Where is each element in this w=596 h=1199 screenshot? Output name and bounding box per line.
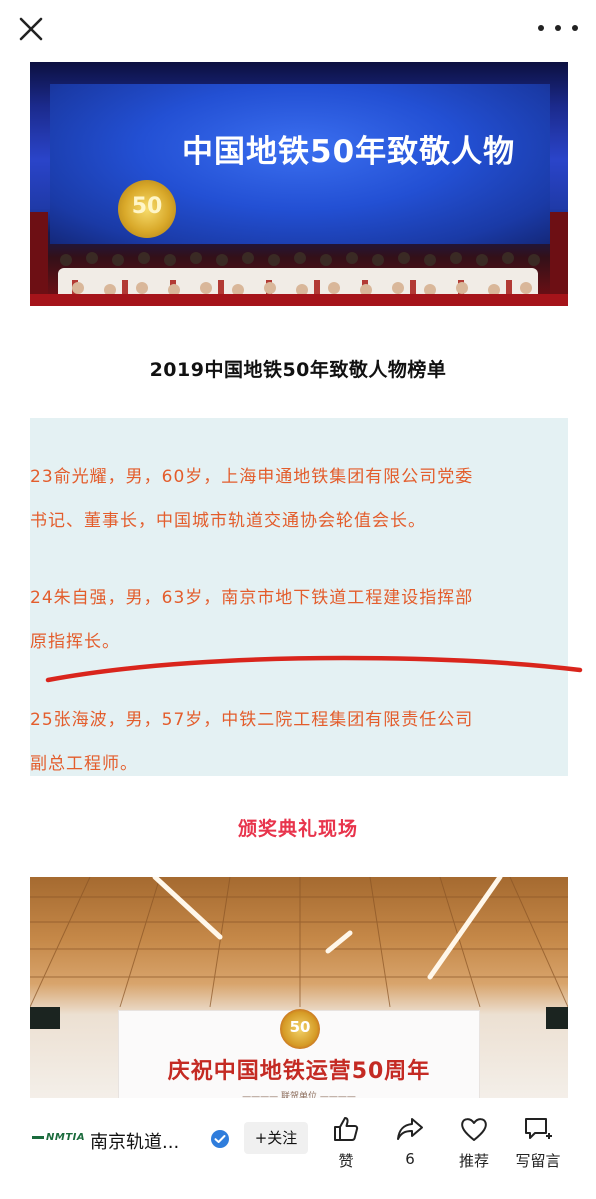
- anniversary-logo: 50: [280, 1009, 320, 1049]
- ceiling-panels: [30, 877, 568, 1007]
- entry-line: 23俞光耀，男，60岁，上海申通地铁集团有限公司党委: [30, 467, 474, 487]
- write-comment-button[interactable]: 写留言: [508, 1114, 568, 1184]
- follow-button[interactable]: +关注: [244, 1122, 308, 1154]
- exit-sign-icon: [546, 1007, 568, 1029]
- like-button[interactable]: 赞: [316, 1114, 376, 1184]
- account-name[interactable]: 南京轨道...: [90, 1128, 179, 1154]
- recommend-button[interactable]: 推荐: [444, 1114, 504, 1184]
- list-title: 2019中国地铁50年致敬人物榜单: [149, 359, 447, 381]
- exit-sign-icon: [30, 1007, 60, 1029]
- comment-add-icon: [525, 1118, 552, 1139]
- entry-line: 书记、董事长，中国城市轨道交通协会轮值会长。: [30, 511, 426, 531]
- honoree-entry-23: 23俞光耀，男，60岁，上海申通地铁集团有限公司党委 书记、董事长，中国城市轨道…: [30, 455, 568, 543]
- honoree-entry-25: 25张海波，男，57岁，中铁二院工程集团有限责任公司 副总工程师。: [30, 698, 568, 786]
- more-dots-icon[interactable]: [538, 14, 578, 42]
- write-comment-label: 写留言: [515, 1152, 561, 1170]
- top-bar: [0, 0, 596, 62]
- share-count: 6: [405, 1150, 415, 1168]
- ceremony-venue-photo: 50 庆祝中国地铁运营50周年 ———— 联贺单位 ————: [30, 877, 568, 1099]
- stage-screen-text: 中国地铁50年致敬人物: [182, 134, 516, 170]
- section-heading: 颁奖典礼现场: [237, 818, 358, 840]
- verified-badge-icon: [210, 1129, 230, 1149]
- red-underline-mark: [45, 655, 583, 683]
- recommend-label: 推荐: [458, 1152, 489, 1170]
- anniversary-banner: 50 庆祝中国地铁运营50周年 ———— 联贺单位 ————: [118, 1009, 480, 1099]
- heart-icon: [461, 1118, 487, 1141]
- account-logo[interactable]: NMTIA: [32, 1132, 85, 1143]
- share-button[interactable]: 6: [380, 1114, 440, 1184]
- like-label: 赞: [338, 1152, 354, 1170]
- thumbs-up-icon: [334, 1117, 359, 1141]
- close-icon[interactable]: [14, 12, 48, 46]
- banner-text: 庆祝中国地铁运营50周年: [167, 1059, 431, 1084]
- bottom-action-bar: NMTIA 南京轨道... +关注 赞 6 推荐 写留言: [0, 1098, 596, 1199]
- entry-line: 24朱自强，男，63岁，南京市地下铁道工程建设指挥部: [30, 588, 474, 608]
- share-arrow-icon: [397, 1118, 423, 1140]
- entry-line: 副总工程师。: [30, 754, 138, 774]
- ceremony-group-photo: 50 中国地铁50年致敬人物: [30, 62, 568, 306]
- medal-emblem: 50: [118, 180, 176, 238]
- entry-line: 25张海波，男，57岁，中铁二院工程集团有限责任公司: [30, 710, 474, 730]
